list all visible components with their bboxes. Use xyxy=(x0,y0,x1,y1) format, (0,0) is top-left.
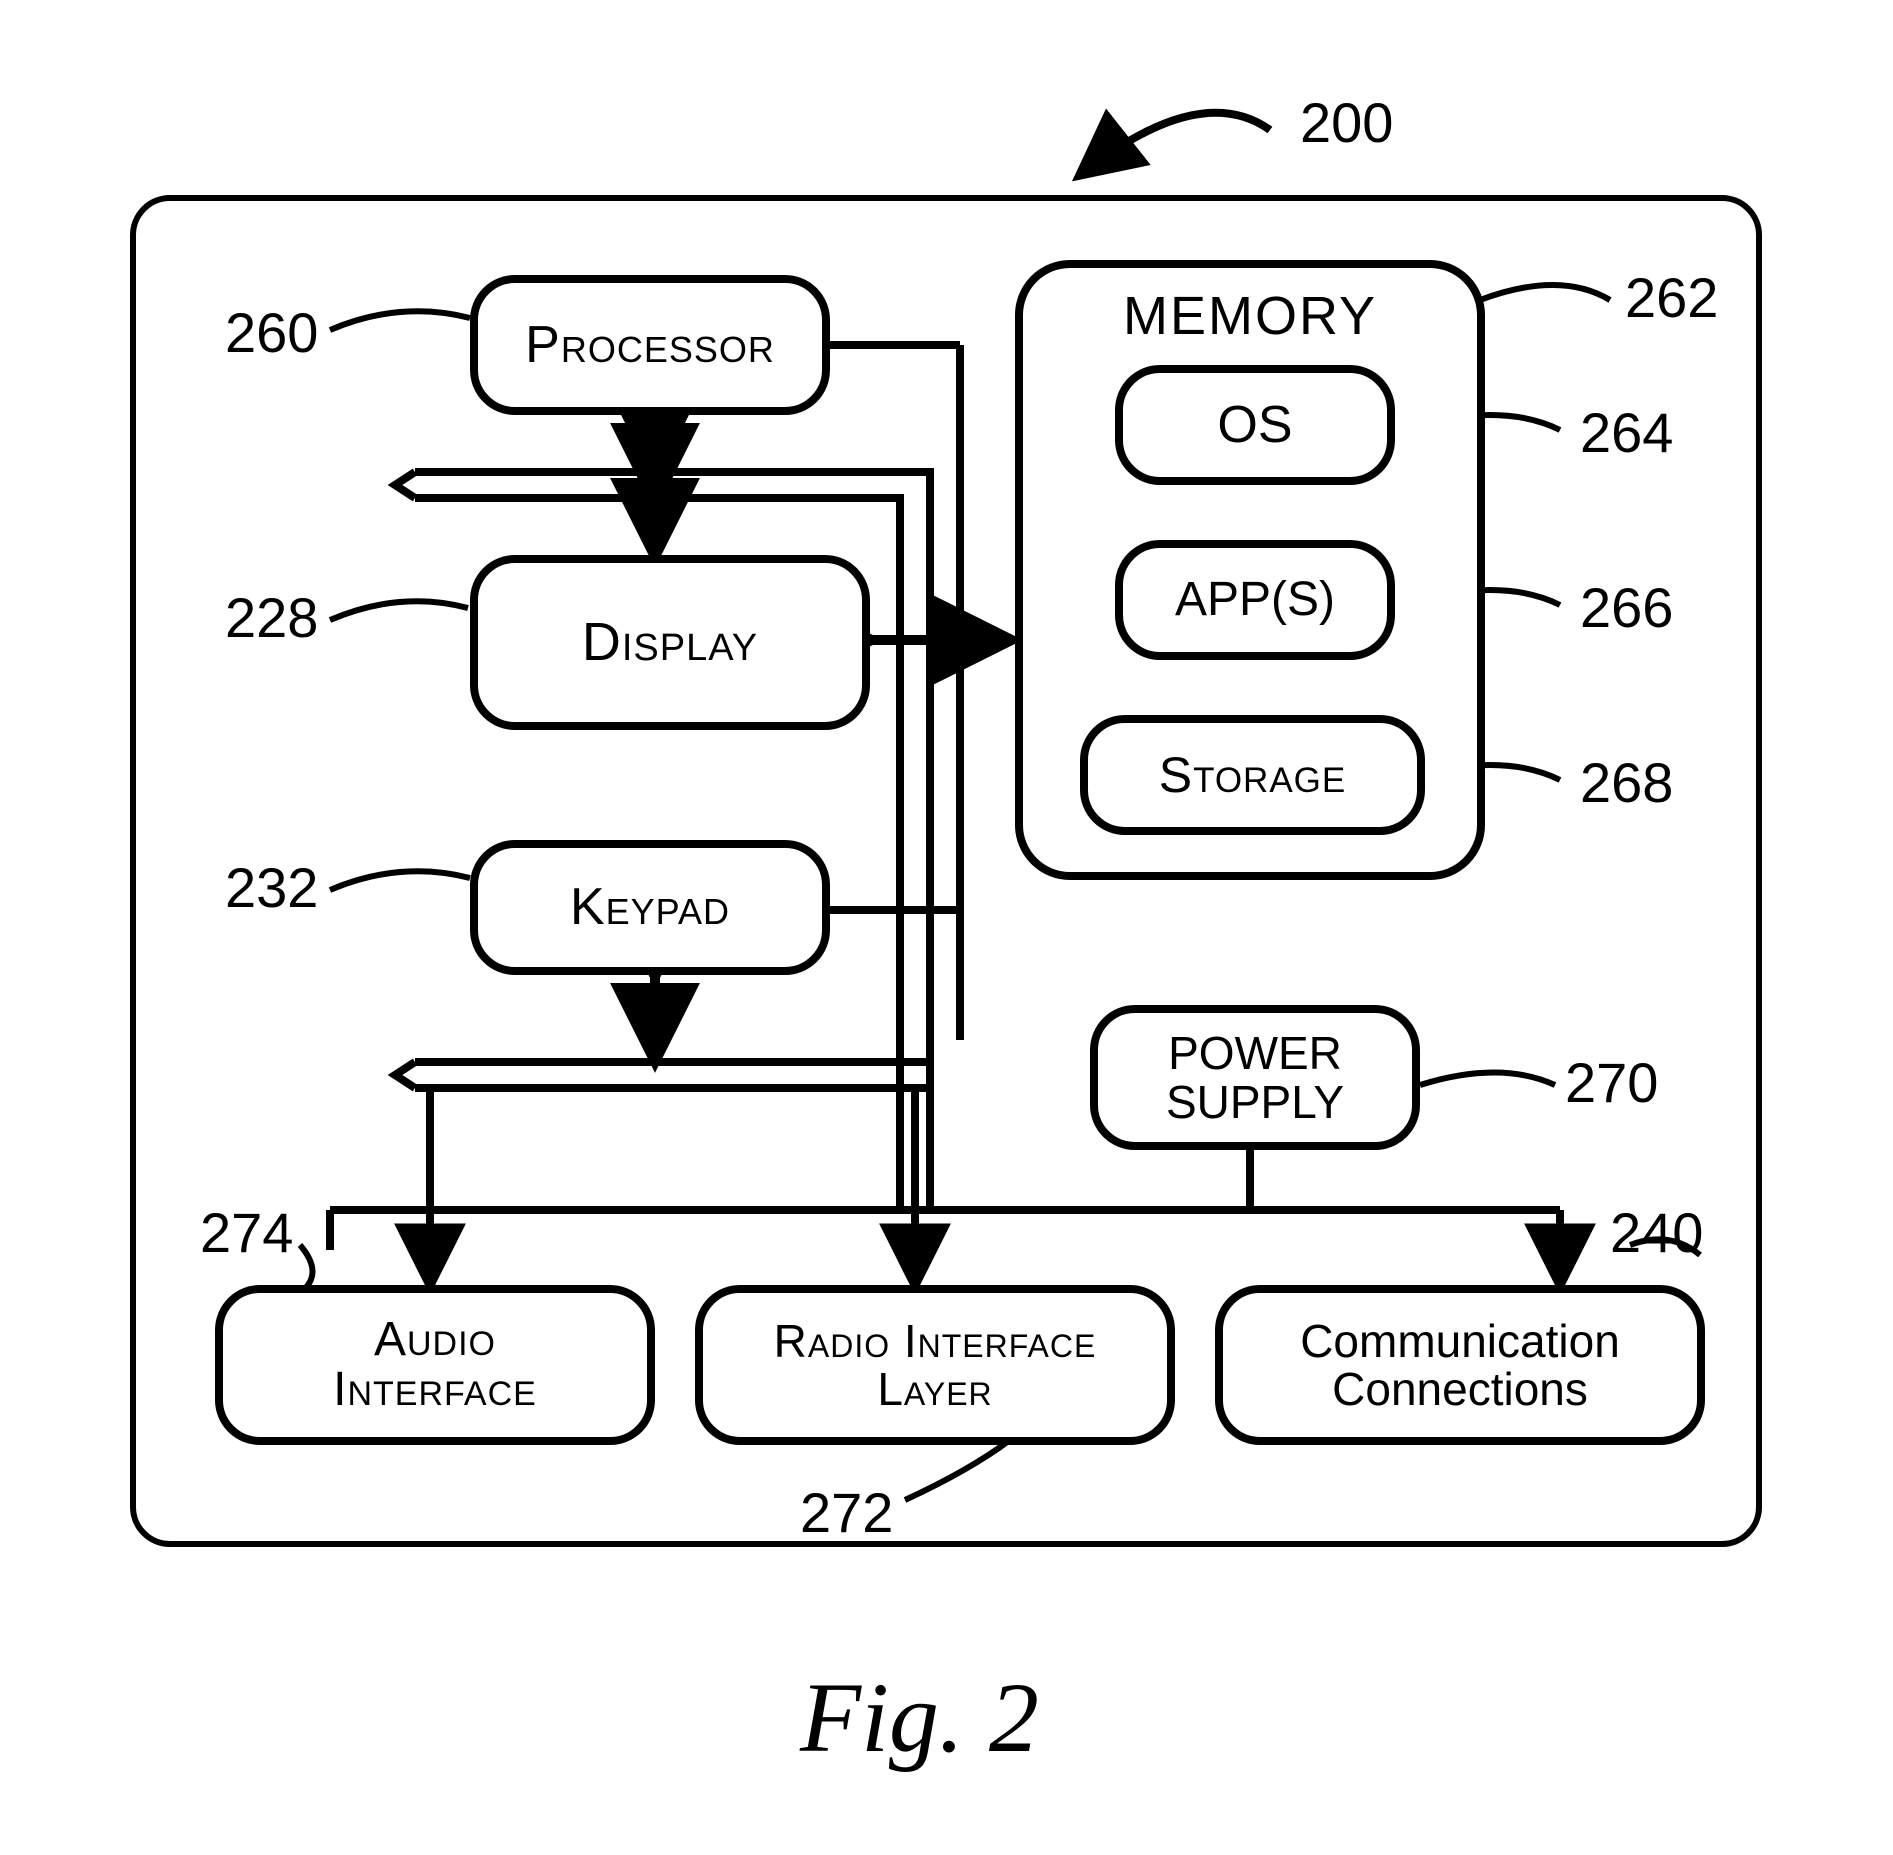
ref-power: 270 xyxy=(1565,1050,1658,1115)
ref-ril: 272 xyxy=(800,1480,893,1545)
block-processor: Processor xyxy=(470,275,830,415)
block-comm: Communication Connections xyxy=(1215,1285,1705,1445)
ref-os: 264 xyxy=(1580,400,1673,465)
block-ril: Radio Interface Layer xyxy=(695,1285,1175,1445)
block-storage: Storage xyxy=(1080,715,1425,835)
ref-display: 228 xyxy=(225,585,318,650)
label-memory: MEMORY xyxy=(1110,285,1390,347)
label-comm-l2: Connections xyxy=(1332,1365,1588,1413)
label-comm-l1: Communication xyxy=(1300,1317,1620,1365)
figure-caption: Fig. 2 xyxy=(800,1660,1039,1775)
block-audio: Audio Interface xyxy=(215,1285,655,1445)
label-power-l2: SUPPLY xyxy=(1166,1078,1344,1126)
ref-device: 200 xyxy=(1300,90,1393,155)
label-audio-l2: Interface xyxy=(333,1365,537,1415)
block-power: POWER SUPPLY xyxy=(1090,1005,1420,1150)
ref-storage: 268 xyxy=(1580,750,1673,815)
label-ril-l1: Radio Interface xyxy=(774,1317,1097,1365)
label-os: OS xyxy=(1217,398,1292,453)
ref-apps: 266 xyxy=(1580,575,1673,640)
block-display: Display xyxy=(470,555,870,730)
label-ril-l2: Layer xyxy=(877,1365,992,1413)
label-power-l1: POWER xyxy=(1168,1029,1342,1077)
block-os: OS xyxy=(1115,365,1395,485)
diagram-stage: Processor Display Keypad MEMORY OS APP(S… xyxy=(0,0,1893,1855)
block-apps: APP(S) xyxy=(1115,540,1395,660)
block-keypad: Keypad xyxy=(470,840,830,975)
label-audio-l1: Audio xyxy=(374,1315,496,1365)
label-keypad: Keypad xyxy=(570,880,730,935)
ref-processor: 260 xyxy=(225,300,318,365)
ref-memory: 262 xyxy=(1625,265,1718,330)
ref-comm: 240 xyxy=(1610,1200,1703,1265)
label-apps: APP(S) xyxy=(1175,575,1335,625)
ref-audio: 274 xyxy=(200,1200,293,1265)
label-processor: Processor xyxy=(525,318,775,373)
label-display: Display xyxy=(582,614,758,671)
label-storage: Storage xyxy=(1159,749,1347,802)
ref-keypad: 232 xyxy=(225,855,318,920)
